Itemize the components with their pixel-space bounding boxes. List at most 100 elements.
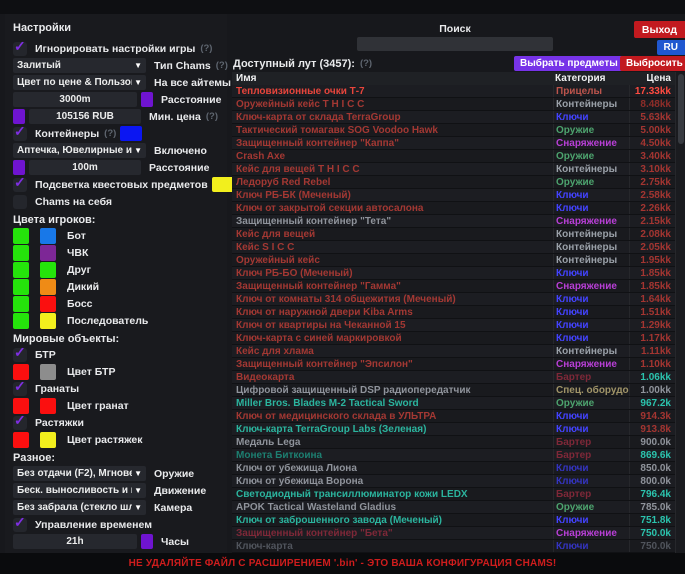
table-scrollbar[interactable] xyxy=(675,72,685,553)
text-input[interactable]: 105156 RUB xyxy=(29,109,141,124)
color-swatch[interactable] xyxy=(40,398,56,414)
language-button[interactable]: RU xyxy=(657,40,685,55)
color-swatch[interactable] xyxy=(13,432,29,448)
color-swatch[interactable] xyxy=(13,313,29,329)
table-row[interactable]: Ключ-картаКлючи750.0k xyxy=(232,540,675,553)
color-swatch[interactable] xyxy=(13,262,29,278)
color-swatch[interactable] xyxy=(40,432,56,448)
table-row[interactable]: ВидеокартаБартер1.06kk xyxy=(232,371,675,384)
text-input[interactable]: 21h xyxy=(13,534,137,549)
table-row[interactable]: Кейс S I C CКонтейнеры2.05kk xyxy=(232,241,675,254)
item-price: 967.2k xyxy=(629,397,675,409)
checkbox[interactable]: ✓ xyxy=(13,416,27,430)
color-swatch[interactable] xyxy=(40,364,56,380)
color-swatch[interactable] xyxy=(13,228,29,244)
item-price: 1.29kk xyxy=(629,319,675,331)
search-input[interactable] xyxy=(357,37,553,51)
text-input[interactable]: 3000m xyxy=(13,92,137,107)
checkbox[interactable]: ✓ xyxy=(13,127,27,141)
table-row[interactable]: Ключ РБ-БО (Меченый)Ключи1.85kk xyxy=(232,267,675,280)
column-price[interactable]: Цена xyxy=(629,72,675,85)
dropdown[interactable]: Беск. выносливость и нет уста:▼ xyxy=(13,483,146,498)
checkbox[interactable]: ✓ xyxy=(13,178,27,192)
table-row[interactable]: Светодиодный трансиллюминатор кожи LEDXБ… xyxy=(232,488,675,501)
checkmark-icon: ✓ xyxy=(14,412,26,429)
item-price: 3.10kk xyxy=(629,163,675,175)
checkbox[interactable]: ✓ xyxy=(13,42,27,56)
dropdown[interactable]: Цвет по цене & Пользователь▼ xyxy=(13,75,146,90)
table-row[interactable]: Кейс для хламаКонтейнеры1.11kk xyxy=(232,345,675,358)
checkbox[interactable]: ✓ xyxy=(13,382,27,396)
item-price: 785.0k xyxy=(629,501,675,513)
table-row[interactable]: Ключ от заброшенного завода (Меченый)Клю… xyxy=(232,514,675,527)
table-row[interactable]: Ключ от наружной двери Kiba ArmsКлючи1.5… xyxy=(232,306,675,319)
column-category[interactable]: Категория xyxy=(553,72,629,85)
checkbox[interactable]: ✓ xyxy=(13,518,27,532)
color-swatch[interactable] xyxy=(13,279,29,295)
scrollbar-thumb[interactable] xyxy=(678,74,684,144)
table-row[interactable]: Защищенный контейнер "Гамма"Снаряжение1.… xyxy=(232,280,675,293)
color-swatch[interactable] xyxy=(40,245,56,261)
color-swatch[interactable] xyxy=(40,313,56,329)
table-row[interactable]: Оружейный кейсКонтейнеры1.95kk xyxy=(232,254,675,267)
dropdown[interactable]: Залитый▼ xyxy=(13,58,146,73)
item-price: 1.85kk xyxy=(629,267,675,279)
table-row[interactable]: Тепловизионные очки Т-7Прицелы17.33kk xyxy=(232,85,675,98)
item-name: Ключ от убежища Лиона xyxy=(232,463,553,474)
settings-row: ✓Гранаты xyxy=(13,380,227,397)
table-row[interactable]: Оружейный кейс T H I C CКонтейнеры8.48kk xyxy=(232,98,675,111)
table-row[interactable]: Медаль LegaБартер900.0k xyxy=(232,436,675,449)
color-swatch[interactable] xyxy=(141,534,153,549)
exit-button[interactable]: Выход xyxy=(634,21,685,38)
table-row[interactable]: Ключ-карта от склада TerraGroupКлючи5.63… xyxy=(232,111,675,124)
table-row[interactable]: Ключ РБ-БК (Меченый)Ключи2.58kk xyxy=(232,189,675,202)
table-row[interactable]: Ключ от квартиры на Чеканной 15Ключи1.29… xyxy=(232,319,675,332)
item-category: Спец. оборудование xyxy=(553,384,629,396)
checkbox[interactable] xyxy=(13,195,27,209)
color-swatch[interactable] xyxy=(212,177,234,192)
checkmark-icon: ✓ xyxy=(14,123,26,140)
table-row[interactable]: Ключ от закрытой секции автосалонаКлючи2… xyxy=(232,202,675,215)
table-row[interactable]: Защищенный контейнер "Каппа"Снаряжение4.… xyxy=(232,137,675,150)
table-row[interactable]: Crash AxeОружие3.40kk xyxy=(232,150,675,163)
item-category: Ключи xyxy=(553,462,629,474)
color-swatch[interactable] xyxy=(40,228,56,244)
color-swatch[interactable] xyxy=(13,245,29,261)
table-row[interactable]: Цифровой защищенный DSP радиопередатчикС… xyxy=(232,384,675,397)
dropdown[interactable]: Без отдачи (F2), Мгновенное п▼ xyxy=(13,466,146,481)
table-row[interactable]: Miller Bros. Blades M-2 Tactical SwordОр… xyxy=(232,397,675,410)
table-row[interactable]: Ключ-карта с синей маркировкойКлючи1.17k… xyxy=(232,332,675,345)
item-name: Ключ от закрытой секции автосалона xyxy=(232,203,553,214)
table-row[interactable]: Ключ от комнаты 314 общежития (Меченый)К… xyxy=(232,293,675,306)
item-category: Ключи xyxy=(553,293,629,305)
text-input[interactable]: 100m xyxy=(29,160,141,175)
color-swatch[interactable] xyxy=(120,126,142,141)
color-swatch[interactable] xyxy=(40,279,56,295)
table-row[interactable]: Ключ от медицинского склада в УЛЬТРАКлюч… xyxy=(232,410,675,423)
table-row[interactable]: Тактический томагавк SOG Voodoo HawkОруж… xyxy=(232,124,675,137)
table-row[interactable]: Ледоруб Red RebelОружие2.75kk xyxy=(232,176,675,189)
table-row[interactable]: Ключ от убежища ЛионаКлючи850.0k xyxy=(232,462,675,475)
table-row[interactable]: Защищенный контейнер "Бета"Снаряжение750… xyxy=(232,527,675,540)
table-row[interactable]: Ключ от убежища ВоронаКлючи800.0k xyxy=(232,475,675,488)
item-name: Кейс S I C C xyxy=(232,242,553,253)
table-row[interactable]: Кейс для вещей T H I C CКонтейнеры3.10kk xyxy=(232,163,675,176)
color-swatch[interactable] xyxy=(141,92,153,107)
table-row[interactable]: Кейс для вещейКонтейнеры2.08kk xyxy=(232,228,675,241)
checkbox[interactable]: ✓ xyxy=(13,348,27,362)
color-swatch[interactable] xyxy=(40,296,56,312)
table-row[interactable]: Ключ-карта TerraGroup Labs (Зеленая)Ключ… xyxy=(232,423,675,436)
table-row[interactable]: Защищенный контейнер "Тета"Снаряжение2.1… xyxy=(232,215,675,228)
settings-label: Дикий xyxy=(67,281,99,293)
drop-all-button[interactable]: Выбросить все xyxy=(620,56,685,71)
table-row[interactable]: APOK Tactical Wasteland GladiusОружие785… xyxy=(232,501,675,514)
settings-row: Цвет по цене & Пользователь▼На все айтем… xyxy=(13,74,227,91)
dropdown[interactable]: Без забрала (стекло шлема)▼ xyxy=(13,500,146,515)
color-swatch[interactable] xyxy=(40,262,56,278)
color-swatch[interactable] xyxy=(13,296,29,312)
item-name: Светодиодный трансиллюминатор кожи LEDX xyxy=(232,489,553,500)
table-row[interactable]: Монета БиткоинаБартер869.6k xyxy=(232,449,675,462)
table-row[interactable]: Защищенный контейнер "Эпсилон"Снаряжение… xyxy=(232,358,675,371)
dropdown[interactable]: Аптечка, Ювелирные и...▼ xyxy=(13,143,146,158)
column-name[interactable]: Имя xyxy=(232,73,553,84)
